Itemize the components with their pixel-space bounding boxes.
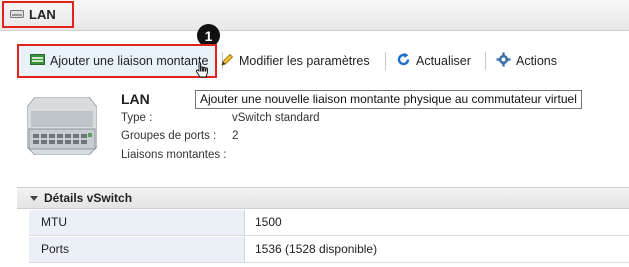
pencil-icon [220, 53, 239, 70]
port-groups-label: Groupes de ports : [121, 130, 217, 142]
hand-cursor-icon [195, 62, 209, 83]
toolbar-separator [485, 52, 486, 70]
add-uplink-label: Ajouter une liaison montante [50, 54, 209, 68]
add-uplink-icon [30, 54, 50, 68]
network-switch-icon [10, 8, 29, 22]
details-row-value: 1536 (1528 disponible) [255, 242, 378, 256]
type-label: Type : [121, 112, 153, 124]
edit-settings-label: Modifier les paramètres [239, 54, 370, 68]
panel-title: LAN [2, 1, 74, 28]
section-title: Détails vSwitch [44, 191, 133, 205]
virtual-switch-image [26, 96, 98, 158]
gear-icon [496, 52, 516, 70]
details-row-key: Ports [29, 237, 245, 262]
refresh-button[interactable]: Actualiser [396, 52, 471, 70]
type-value: vSwitch standard [232, 112, 320, 124]
refresh-label: Actualiser [416, 54, 471, 68]
port-groups-value: 2 [232, 130, 239, 142]
panel-title-text: LAN [29, 7, 56, 22]
tooltip: Ajouter une nouvelle liaison montante ph… [195, 90, 582, 109]
actions-menu-button[interactable]: Actions [496, 52, 557, 70]
details-row-key: MTU [29, 210, 245, 235]
panel-header: LAN [0, 0, 629, 31]
details-row-mtu: MTU 1500 [29, 210, 629, 236]
switch-name: LAN [121, 91, 150, 107]
vswitch-details-section-toggle[interactable]: Détails vSwitch [17, 187, 629, 209]
actions-label: Actions [516, 54, 557, 68]
edit-settings-button[interactable]: Modifier les paramètres [220, 52, 370, 70]
refresh-icon [396, 52, 416, 70]
caret-down-icon [30, 195, 38, 201]
details-row-value: 1500 [255, 215, 282, 229]
uplinks-label: Liaisons montantes : [121, 149, 227, 161]
toolbar-separator [385, 52, 386, 70]
add-uplink-button[interactable]: Ajouter une liaison montante [30, 52, 208, 70]
details-row-ports: Ports 1536 (1528 disponible) [29, 237, 629, 263]
